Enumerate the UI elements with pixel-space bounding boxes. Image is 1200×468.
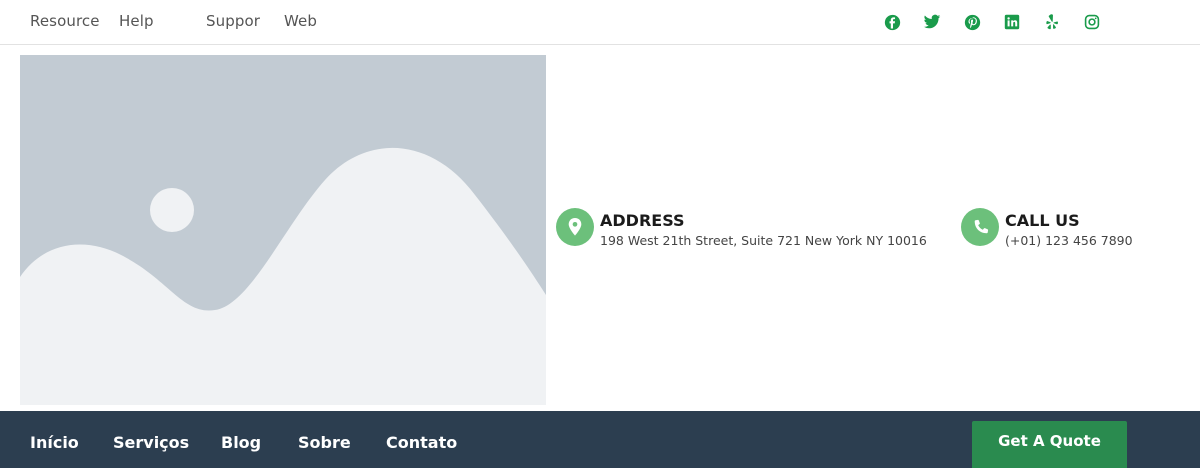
nav-item-contato[interactable]: Contato — [386, 433, 457, 452]
address-text: 198 West 21th Street, Suite 721 New York… — [600, 233, 927, 248]
call-block: CALL US (+01) 123 456 7890 — [961, 208, 1161, 248]
hero-placeholder-image — [20, 55, 546, 405]
nav-item-servicos[interactable]: Serviços — [113, 433, 189, 452]
nav-item-blog[interactable]: Blog — [221, 433, 261, 452]
top-link-help[interactable]: Help — [119, 12, 154, 30]
phone-icon — [961, 208, 999, 246]
map-pin-icon — [556, 208, 594, 246]
nav-item-sobre[interactable]: Sobre — [298, 433, 351, 452]
twitter-icon[interactable] — [922, 12, 942, 32]
top-link-resource[interactable]: Resource — [30, 12, 100, 30]
pinterest-icon[interactable] — [962, 12, 982, 32]
nav-item-inicio[interactable]: Início — [30, 433, 79, 452]
linkedin-icon[interactable] — [1002, 12, 1022, 32]
address-title: ADDRESS — [600, 211, 685, 230]
top-bar: Resource Help Suppor Web — [0, 0, 1200, 45]
call-text[interactable]: (+01) 123 456 7890 — [1005, 233, 1133, 248]
call-title: CALL US — [1005, 211, 1080, 230]
main-nav: Início Serviços Blog Sobre Contato Get A… — [0, 411, 1200, 468]
get-quote-button[interactable]: Get A Quote — [972, 421, 1127, 468]
top-link-web[interactable]: Web — [284, 12, 317, 30]
yelp-icon[interactable] — [1042, 12, 1062, 32]
address-block: ADDRESS 198 West 21th Street, Suite 721 … — [556, 208, 936, 248]
instagram-icon[interactable] — [1082, 12, 1102, 32]
top-link-suppor[interactable]: Suppor — [206, 12, 260, 30]
facebook-icon[interactable] — [882, 12, 902, 32]
